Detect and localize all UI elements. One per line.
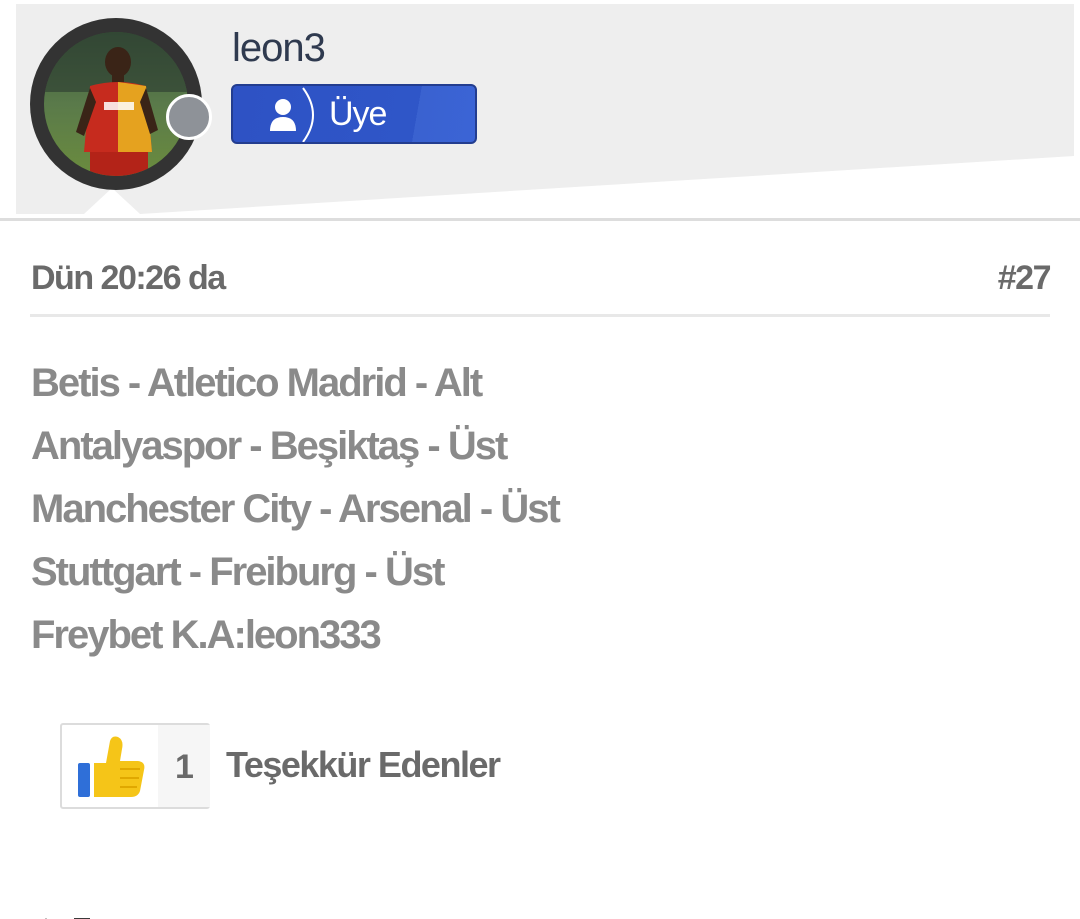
post-line: Betis - Atletico Madrid - Alt bbox=[31, 361, 483, 405]
avatar[interactable] bbox=[44, 32, 188, 176]
user-icon bbox=[270, 99, 296, 131]
thanks-count: 1 bbox=[175, 748, 194, 786]
thanks-label[interactable]: Teşekkür Edenler bbox=[226, 744, 501, 786]
badge-separator-icon bbox=[302, 87, 314, 142]
next-section-fragment bbox=[30, 900, 90, 919]
meta-divider bbox=[30, 314, 1050, 317]
post-line: Freybet K.A:leon333 bbox=[31, 613, 382, 657]
post-date: Dün 20:26 da bbox=[31, 259, 226, 297]
post-line: Manchester City - Arsenal - Üst bbox=[31, 487, 561, 531]
thanks-button[interactable]: 1 bbox=[60, 723, 210, 809]
online-status-indicator bbox=[166, 94, 212, 140]
role-badge: Üye bbox=[231, 84, 477, 144]
post-line: Antalyaspor - Beşiktaş - Üst bbox=[31, 424, 508, 468]
post-line: Stuttgart - Freiburg - Üst bbox=[31, 550, 445, 594]
role-label: Üye bbox=[329, 95, 387, 133]
partial-icon bbox=[45, 918, 90, 919]
avatar-photo bbox=[44, 32, 188, 176]
page: leon3 Üye Dün 20:26 da #27 Betis - Atlet… bbox=[0, 0, 1080, 919]
thumbs-up-icon bbox=[78, 736, 145, 797]
post-content: Betis - Atletico Madrid - Alt Antalyaspo… bbox=[31, 352, 1031, 667]
post-number[interactable]: #27 bbox=[998, 258, 1052, 298]
post-header: leon3 Üye bbox=[0, 0, 1080, 221]
username[interactable]: leon3 bbox=[232, 26, 326, 70]
